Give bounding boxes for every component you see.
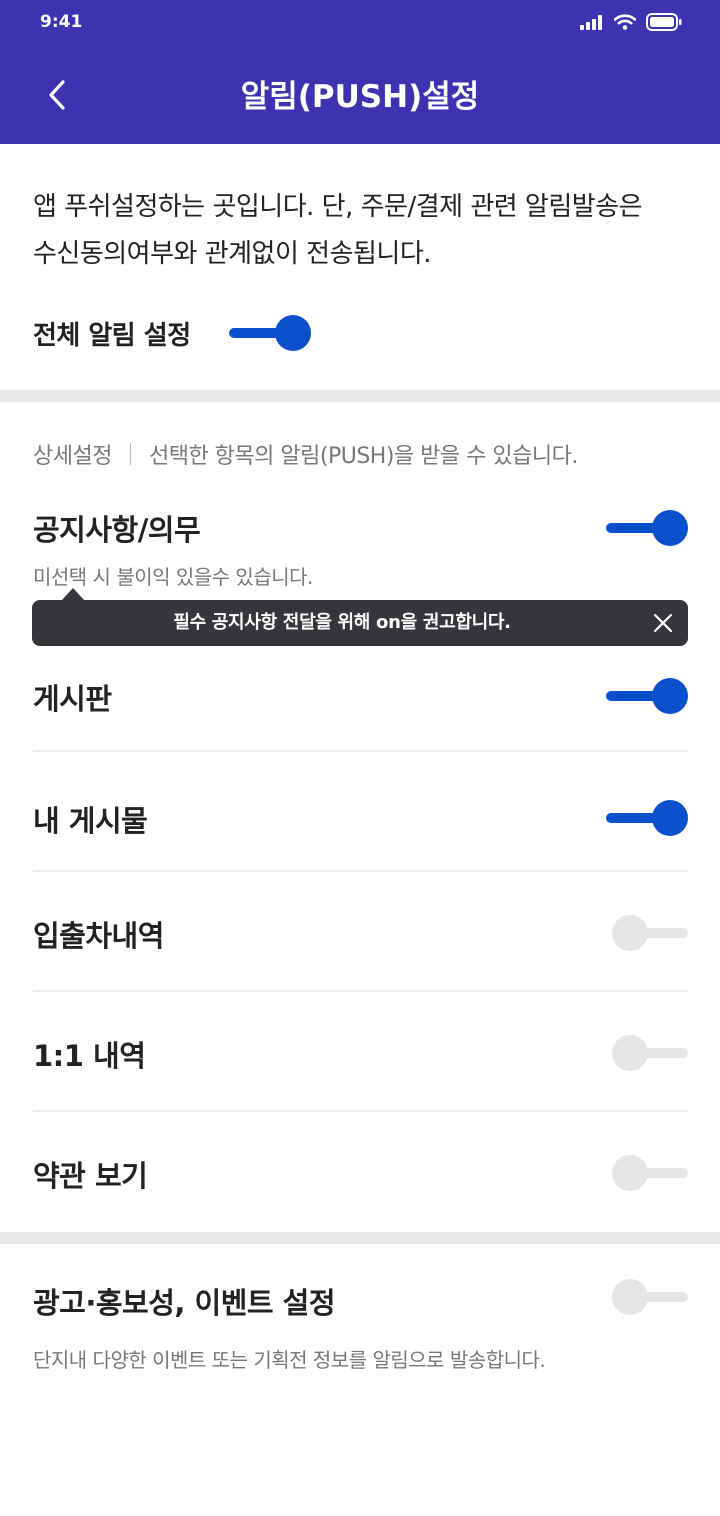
marketing-sublabel: 단지내 다양한 이벤트 또는 기획전 정보를 알림으로 발송합니다. xyxy=(33,1348,546,1372)
my-posts-toggle[interactable] xyxy=(606,798,688,838)
board-toggle[interactable] xyxy=(606,676,688,716)
marketing-label: 광고·홍보성, 이벤트 설정 xyxy=(33,1286,336,1320)
row-divider xyxy=(33,990,688,992)
setting-row-board: 게시판 xyxy=(33,670,688,722)
setting-row-parking-log: 입출차내역 xyxy=(33,907,688,959)
all-notifications-toggle[interactable] xyxy=(228,313,311,353)
page-title: 알림(PUSH)설정 xyxy=(240,79,480,115)
battery-icon xyxy=(646,13,682,35)
row-divider xyxy=(33,750,688,752)
setting-label: 공지사항/의무 xyxy=(33,513,201,547)
setting-label: 게시판 xyxy=(33,682,112,716)
detail-description: 선택한 항목의 알림(PUSH)을 받을 수 있습니다. xyxy=(148,444,578,469)
app-header: 9:41 알림(PUSH)설정 xyxy=(0,0,720,144)
intro-text: 앱 푸쉬설정하는 곳입니다. 단, 주문/결제 관련 알림발송은 수신동의여부와… xyxy=(33,184,693,278)
setting-row-inquiry: 1:1 내역 xyxy=(33,1027,688,1079)
detail-heading: 상세설정 xyxy=(33,444,112,469)
signal-icon xyxy=(580,14,604,34)
section-divider xyxy=(0,390,720,402)
setting-row-my-posts: 내 게시물 xyxy=(33,792,688,844)
setting-row-terms: 약관 보기 xyxy=(33,1147,688,1199)
setting-label: 약관 보기 xyxy=(33,1159,148,1193)
tooltip-text: 필수 공지사항 전달을 위해 on을 권고합니다. xyxy=(173,612,511,633)
detail-section-header: 상세설정 선택한 항목의 알림(PUSH)을 받을 수 있습니다. xyxy=(33,438,578,470)
row-divider xyxy=(33,1110,688,1112)
all-notifications-row: 전체 알림 설정 xyxy=(33,313,311,353)
status-icons xyxy=(580,12,682,36)
terms-toggle[interactable] xyxy=(612,1153,688,1193)
row-divider xyxy=(33,870,688,872)
inquiry-toggle[interactable] xyxy=(612,1033,688,1073)
marketing-toggle[interactable] xyxy=(612,1277,688,1317)
intro-line-2: 수신동의여부와 관계없이 전송됩니다. xyxy=(33,239,432,269)
all-notifications-label: 전체 알림 설정 xyxy=(33,320,191,351)
intro-line-1: 앱 푸쉬설정하는 곳입니다. 단, 주문/결제 관련 알림발송은 xyxy=(33,192,643,222)
wifi-icon xyxy=(613,14,637,34)
parking-log-toggle[interactable] xyxy=(612,913,688,953)
setting-label: 내 게시물 xyxy=(33,804,148,838)
setting-row-notice: 공지사항/의무 미선택 시 불이익 있을수 있습니다. xyxy=(33,505,688,595)
setting-row-marketing: 광고·홍보성, 이벤트 설정 단지내 다양한 이벤트 또는 기획전 정보를 알림… xyxy=(33,1272,688,1382)
setting-label: 1:1 내역 xyxy=(33,1039,146,1073)
setting-label: 입출차내역 xyxy=(33,919,164,953)
status-time: 9:41 xyxy=(40,12,83,32)
notice-toggle[interactable] xyxy=(606,508,688,548)
tooltip-close-button[interactable] xyxy=(650,610,676,636)
close-icon xyxy=(650,613,676,640)
setting-sublabel: 미선택 시 불이익 있을수 있습니다. xyxy=(33,565,313,589)
section-divider xyxy=(0,1232,720,1244)
heading-separator xyxy=(129,443,131,465)
recommend-tooltip: 필수 공지사항 전달을 위해 on을 권고합니다. xyxy=(32,588,688,646)
